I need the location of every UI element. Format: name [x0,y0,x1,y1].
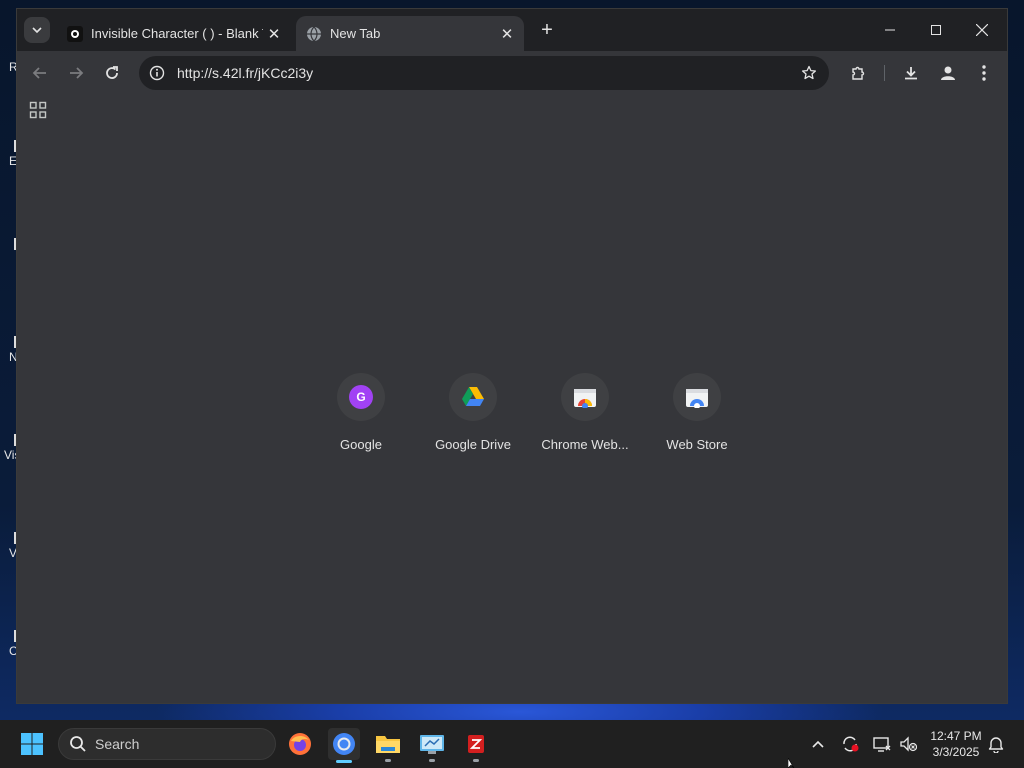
shortcut-tile [561,373,609,421]
running-indicator [429,759,435,762]
back-button[interactable] [26,59,54,87]
shortcut-tile: G [337,373,385,421]
sync-tray-button[interactable] [834,728,866,760]
desktop-icon[interactable]: C [0,630,18,658]
red-app-icon [468,735,484,753]
new-tab-button[interactable]: + [535,18,559,42]
desktop-icon[interactable]: V [0,532,18,560]
arrow-left-icon [32,67,46,79]
close-icon [976,24,988,36]
extensions-button[interactable] [844,59,872,87]
chrome-icon [333,733,355,755]
url-input[interactable] [175,64,795,82]
chevron-down-icon [32,27,42,34]
minimize-button[interactable] [867,9,913,51]
more-vertical-icon [982,65,986,81]
running-indicator [336,760,352,763]
tab-search-button[interactable] [24,17,50,43]
apps-grid-icon[interactable] [29,101,47,119]
svg-text:G: G [356,390,365,404]
windows-logo-icon [21,733,43,755]
desktop-icon[interactable]: E [0,140,18,168]
desktop-icon[interactable]: R [0,58,18,74]
tab-title: New Tab [330,26,381,41]
tab-invisible-character[interactable]: Invisible Character ( ) - Blank T ✕ [57,16,291,51]
new-tab-page: G Google Google Drive Chrome Web... Web … [17,125,1007,703]
running-indicator [385,759,391,762]
close-tab-icon[interactable]: ✕ [263,23,285,45]
notifications-button[interactable] [982,728,1010,760]
google-icon: G [349,385,373,409]
forward-button[interactable] [62,59,90,87]
toolbar-divider [884,65,885,81]
app-taskbar-button[interactable] [460,728,492,762]
shortcut-label: Chrome Web... [541,437,629,452]
desktop-icon[interactable] [0,238,18,250]
chrome-web-store-icon [574,389,596,408]
site-info-icon[interactable] [148,64,166,82]
tab-strip: Invisible Character ( ) - Blank T ✕ New … [17,9,1007,51]
puzzle-icon [852,66,865,80]
firefox-taskbar-button[interactable] [284,728,316,760]
taskbar-search[interactable]: Search [58,728,276,760]
shortcut-label: Google Drive [435,437,511,452]
file-explorer-taskbar-button[interactable] [372,728,404,762]
start-button[interactable] [16,728,48,760]
browser-window: Invisible Character ( ) - Blank T ✕ New … [17,9,1007,703]
maximize-button[interactable] [913,9,959,51]
bookmark-star-icon[interactable] [795,59,823,87]
shortcut-tile [673,373,721,421]
bookmarks-bar [17,95,1007,125]
search-icon [70,736,86,752]
plus-icon: + [541,18,553,41]
running-indicator [473,759,479,762]
tab-title: Invisible Character ( ) - Blank T [91,26,263,41]
maximize-icon [931,25,941,35]
search-label: Search [95,736,140,752]
speaker-muted-icon [900,736,917,752]
shortcut-tile [449,373,497,421]
sync-icon [843,736,859,752]
downloads-button[interactable] [897,59,925,87]
site-favicon-icon [67,25,83,42]
browser-toolbar [17,51,1007,95]
tab-new-tab[interactable]: New Tab ✕ [296,16,524,51]
shortcut-label: Web Store [666,437,728,452]
desktop-icon[interactable]: N [0,336,18,364]
profile-button[interactable] [934,59,962,87]
menu-button[interactable] [970,59,998,87]
download-icon [905,67,917,80]
shortcut-web-store[interactable]: Web Store [641,373,753,473]
firefox-icon [289,733,311,755]
shortcut-google[interactable]: G Google [305,373,417,473]
avatar-icon [941,66,955,80]
reload-button[interactable] [98,59,126,87]
network-icon [873,737,891,752]
control-panel-icon [420,735,444,754]
taskbar: Search 12:47 PM 3/3/2025 [0,720,1024,768]
web-store-icon [686,389,708,408]
reload-icon [106,66,118,79]
show-hidden-icons-button[interactable] [802,728,834,760]
shortcut-google-drive[interactable]: Google Drive [417,373,529,473]
control-panel-taskbar-button[interactable] [416,728,448,762]
arrow-right-icon [70,67,84,79]
close-tab-icon[interactable]: ✕ [496,23,518,45]
folder-icon [376,736,400,753]
globe-icon [306,26,322,42]
address-bar[interactable] [139,56,829,90]
bell-icon [988,737,1004,753]
google-drive-icon [462,387,484,406]
minimize-icon [885,29,895,31]
mouse-cursor-icon [788,758,795,768]
desktop-icon[interactable]: Vis [0,434,20,462]
shortcut-chrome-web-store[interactable]: Chrome Web... [529,373,641,473]
shortcut-label: Google [340,437,382,452]
shortcuts-grid: G Google Google Drive Chrome Web... Web … [305,373,753,473]
chevron-up-icon [812,740,824,748]
close-window-button[interactable] [959,9,1005,51]
chrome-taskbar-button[interactable] [328,728,360,763]
